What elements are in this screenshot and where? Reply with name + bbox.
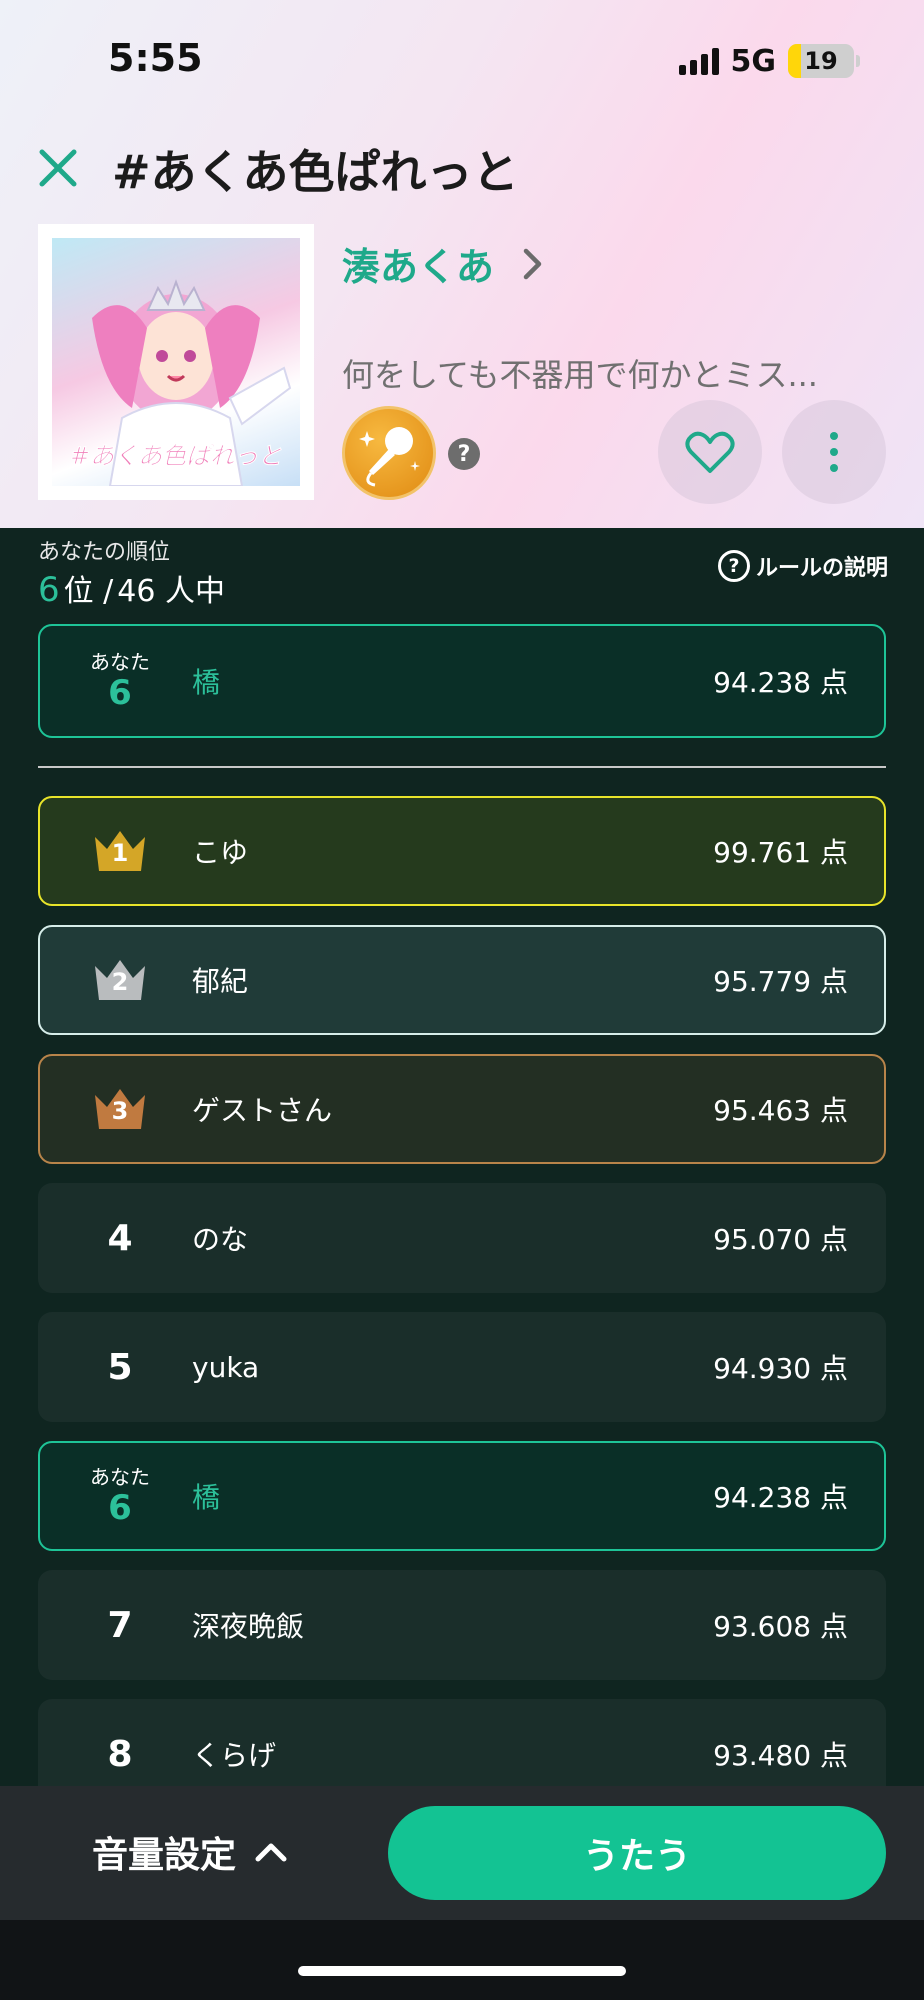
song-description[interactable]: 何をしても不器用で何かとミス... <box>342 350 842 396</box>
player-score: 95.070 点 <box>713 1223 848 1256</box>
battery-level: 19 <box>804 47 838 75</box>
artist-name: 湊あくあ <box>342 245 495 289</box>
crown-icon: 1 <box>93 829 147 873</box>
rank-number: 8 <box>107 1733 133 1775</box>
rules-button[interactable]: ? ルールの説明 <box>717 550 888 582</box>
status-time: 5:55 <box>108 36 203 80</box>
rank-col: 5 <box>70 1314 170 1420</box>
crown-icon: 3 <box>93 1087 147 1131</box>
home-indicator[interactable] <box>298 1966 626 1976</box>
player-score: 95.779 点 <box>713 965 848 998</box>
leaderboard-row[interactable]: 4 のな 95.070 点 <box>38 1183 886 1293</box>
rules-label: ルールの説明 <box>755 556 888 581</box>
network-type: 5G <box>730 43 777 79</box>
rank-col: 1 <box>70 798 170 904</box>
leaderboard-row[interactable]: 1 こゆ 99.761 点 <box>38 796 886 906</box>
leaderboard-row[interactable]: 2 郁紀 95.779 点 <box>38 925 886 1035</box>
player-score: 94.238 点 <box>713 1481 848 1514</box>
you-tag: あなた <box>90 650 150 674</box>
rank-number: 4 <box>107 1217 133 1259</box>
rank-number: 3 <box>111 1097 129 1125</box>
rank-number: 7 <box>107 1604 133 1646</box>
chevron-right-icon <box>523 248 542 279</box>
question-icon: ? <box>717 550 750 582</box>
leaderboard-row[interactable]: 5 yuka 94.930 点 <box>38 1312 886 1422</box>
player-name: 深夜晩飯 <box>192 1610 305 1643</box>
signal-icon <box>678 47 719 75</box>
rank-total: 46 人中 <box>117 574 226 609</box>
more-options-button[interactable] <box>782 400 886 504</box>
my-rank-row[interactable]: あなた 6 橋 94.238 点 <box>38 624 886 738</box>
rank-col: 2 <box>70 927 170 1033</box>
microphone-icon <box>359 427 420 487</box>
rank-col: 7 <box>70 1572 170 1678</box>
rank-col: 3 <box>70 1056 170 1162</box>
singer-badge[interactable] <box>342 406 436 500</box>
more-vertical-icon <box>830 432 838 472</box>
rank-col: 4 <box>70 1185 170 1291</box>
battery-icon: 19 <box>788 44 854 78</box>
rank-number: 2 <box>111 968 129 996</box>
my-score: 94.238 点 <box>713 666 848 699</box>
your-rank-label: あなたの順位 <box>38 540 171 565</box>
divider <box>38 766 886 768</box>
my-rank-col: あなた 6 <box>70 626 170 736</box>
your-rank-summary: 6 位 / 46 人中 <box>38 566 225 610</box>
rank-number: 1 <box>111 839 129 867</box>
player-score: 94.930 点 <box>713 1352 848 1385</box>
album-art-image: #あくあ色ぱれっと <box>52 238 300 486</box>
home-bar-area <box>0 1920 924 2000</box>
leaderboard-row[interactable]: 7 深夜晩飯 93.608 点 <box>38 1570 886 1680</box>
battery-tip <box>856 55 860 67</box>
rank-suffix: 位 / <box>63 574 114 609</box>
player-name: 郁紀 <box>192 965 249 998</box>
my-name: 橋 <box>192 666 221 699</box>
player-score: 95.463 点 <box>713 1094 848 1127</box>
player-score: 93.608 点 <box>713 1610 848 1643</box>
player-score: 99.761 点 <box>713 836 848 869</box>
you-tag: あなた <box>90 1465 150 1489</box>
player-name: 橋 <box>192 1481 221 1514</box>
player-name: yuka <box>192 1350 260 1384</box>
heart-icon <box>685 431 735 473</box>
volume-settings-button[interactable]: 音量設定 <box>92 1826 288 1878</box>
rank-col: あなた 6 <box>70 1443 170 1549</box>
my-rank: 6 <box>108 673 132 713</box>
sing-button[interactable]: うたう <box>388 1806 886 1900</box>
rank-number: 6 <box>108 1488 132 1528</box>
favorite-button[interactable] <box>658 400 762 504</box>
leaderboard-row-you[interactable]: あなた 6 橋 94.238 点 <box>38 1441 886 1551</box>
player-name: のな <box>192 1223 249 1256</box>
badge-help-icon[interactable]: ? <box>448 438 480 470</box>
song-title: #あくあ色ぱれっと <box>112 145 519 199</box>
close-button[interactable] <box>36 146 80 190</box>
crown-icon: 2 <box>93 958 147 1002</box>
chevron-up-icon <box>255 1843 287 1862</box>
artist-link[interactable]: 湊あくあ <box>342 236 544 291</box>
player-name: ゲストさん <box>192 1094 333 1127</box>
volume-label: 音量設定 <box>92 1835 237 1876</box>
leaderboard-row[interactable]: 3 ゲストさん 95.463 点 <box>38 1054 886 1164</box>
album-art: #あくあ色ぱれっと <box>38 224 314 500</box>
close-icon <box>39 149 77 187</box>
rank-number: 5 <box>107 1346 133 1388</box>
player-name: こゆ <box>192 836 249 869</box>
status-bar-right: 5G 19 <box>678 43 860 79</box>
svg-text:#あくあ色ぱれっと: #あくあ色ぱれっと <box>70 442 282 470</box>
your-rank-number: 6 <box>38 570 60 610</box>
